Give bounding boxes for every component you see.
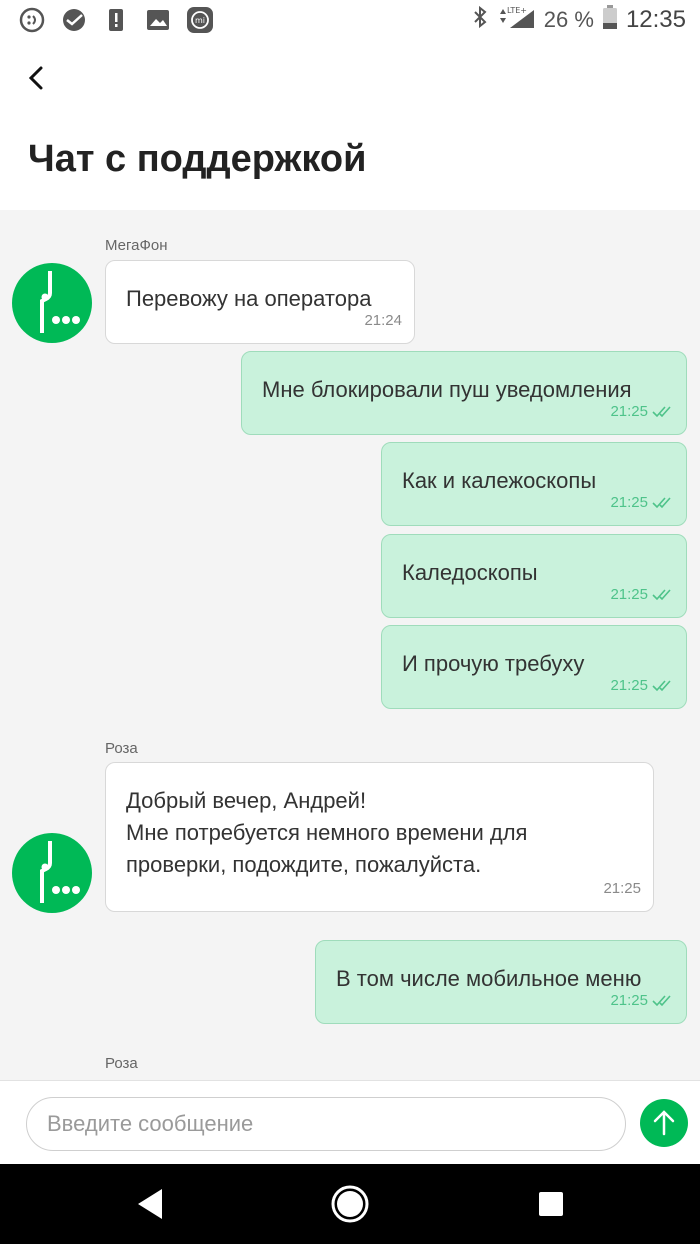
outgoing-message[interactable]: Каледоскопы 21:25 — [381, 534, 687, 618]
triangle-back-icon — [138, 1189, 162, 1219]
message-time: 21:25 — [610, 396, 674, 428]
message-time: 21:25 — [610, 487, 674, 519]
double-check-icon — [652, 497, 671, 509]
nav-back-button[interactable] — [130, 1184, 170, 1224]
circle-home-icon — [331, 1185, 369, 1223]
clock: 12:35 — [625, 6, 686, 33]
megafon-logo-icon — [40, 271, 80, 333]
svg-text:LTE+: LTE+ — [507, 6, 527, 15]
incoming-message[interactable]: Добрый вечер, Андрей! Мне потребуется не… — [105, 762, 654, 912]
nav-home-button[interactable] — [330, 1184, 370, 1224]
app-header: Чат с поддержкой — [0, 42, 700, 210]
operator-avatar — [12, 833, 92, 913]
message-text: Перевожу на оператора — [126, 286, 372, 311]
message-time: 21:24 — [364, 312, 402, 329]
outgoing-message[interactable]: Мне блокировали пуш уведомления 21:25 — [241, 351, 687, 435]
sber-icon — [60, 6, 88, 34]
message-input[interactable] — [26, 1097, 626, 1151]
system-nav-bar — [0, 1164, 700, 1244]
double-check-icon — [652, 589, 671, 601]
arrow-left-icon — [28, 66, 43, 90]
image-icon — [144, 6, 172, 34]
nav-recents-button[interactable] — [531, 1184, 571, 1224]
message-time: 21:25 — [610, 579, 674, 611]
outgoing-message[interactable]: Как и калежоскопы 21:25 — [381, 442, 687, 526]
outgoing-message[interactable]: В том числе мобильное меню 21:25 — [315, 940, 687, 1024]
signal-icon: LTE+ — [496, 4, 536, 36]
message-icon — [18, 6, 46, 34]
mi-icon: mi — [186, 6, 214, 34]
megafon-logo-icon — [40, 841, 80, 903]
message-text: Мне блокировали пуш уведомления — [262, 377, 632, 402]
outgoing-message[interactable]: И прочую требуху 21:25 — [381, 625, 687, 709]
status-notification-icons: mi — [18, 6, 214, 34]
send-button[interactable] — [640, 1099, 688, 1147]
double-check-icon — [652, 680, 671, 692]
message-text: Добрый вечер, Андрей! Мне потребуется не… — [126, 788, 528, 877]
page-title: Чат с поддержкой — [28, 138, 367, 180]
bluetooth-icon — [472, 5, 488, 35]
sender-name: Роза — [105, 740, 138, 757]
back-button[interactable] — [22, 58, 62, 98]
message-time: 21:25 — [610, 985, 674, 1017]
message-time: 21:25 — [610, 670, 674, 702]
square-recents-icon — [539, 1192, 563, 1216]
message-time: 21:25 — [603, 880, 641, 897]
double-check-icon — [652, 995, 671, 1007]
sender-name: МегаФон — [105, 237, 168, 254]
battery-icon — [602, 4, 618, 36]
incoming-message[interactable]: Перевожу на оператора 21:24 — [105, 260, 415, 344]
megafon-avatar — [12, 263, 92, 343]
double-check-icon — [652, 406, 671, 418]
status-indicators: LTE+ 26 % 12:35 — [472, 4, 686, 36]
arrow-up-icon — [653, 1110, 675, 1136]
chat-thread[interactable]: МегаФон Перевожу на оператора 21:24 Мне … — [0, 210, 700, 1080]
message-composer — [0, 1080, 700, 1165]
status-bar: mi LTE+ 26 % 12:35 — [0, 0, 700, 42]
svg-text:mi: mi — [195, 16, 205, 25]
alert-icon — [102, 6, 130, 34]
sender-name: Роза — [105, 1055, 138, 1072]
battery-percent: 26 % — [543, 7, 594, 32]
